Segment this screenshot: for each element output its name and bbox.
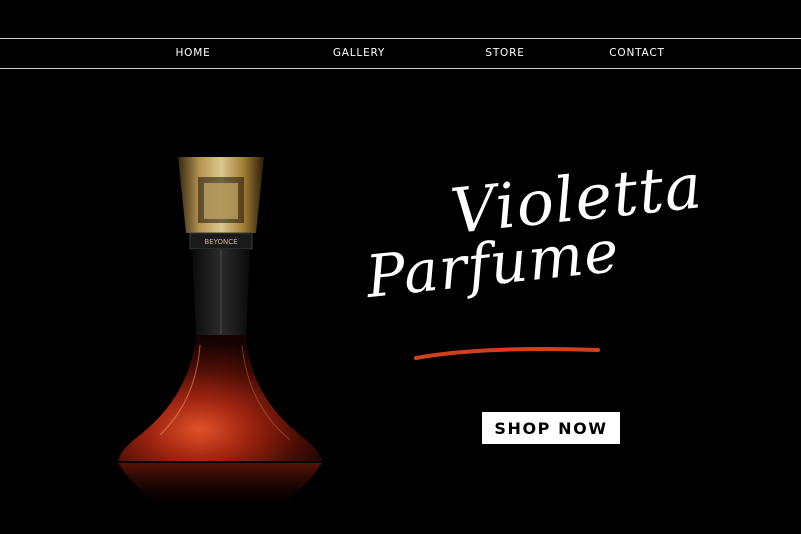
- shop-now-button[interactable]: SHOP NOW: [482, 412, 620, 444]
- nav-gallery-link[interactable]: GALLERY: [333, 47, 385, 59]
- nav-store-link[interactable]: STORE: [485, 47, 524, 59]
- nav-contact-link[interactable]: CONTACT: [609, 47, 664, 59]
- accent-swoosh: [414, 347, 600, 360]
- nav-bottom-divider: [0, 68, 801, 69]
- main-nav: HOME GALLERY STORE CONTACT: [0, 39, 801, 68]
- hero-headline: Violetta Parfume: [360, 149, 706, 375]
- hero-title-line2: Parfume: [362, 216, 623, 311]
- bottle-label: BEYONCÉ: [204, 237, 237, 246]
- nav-home-link[interactable]: HOME: [175, 47, 210, 59]
- perfume-bottle-image: BEYONCÉ: [118, 157, 322, 515]
